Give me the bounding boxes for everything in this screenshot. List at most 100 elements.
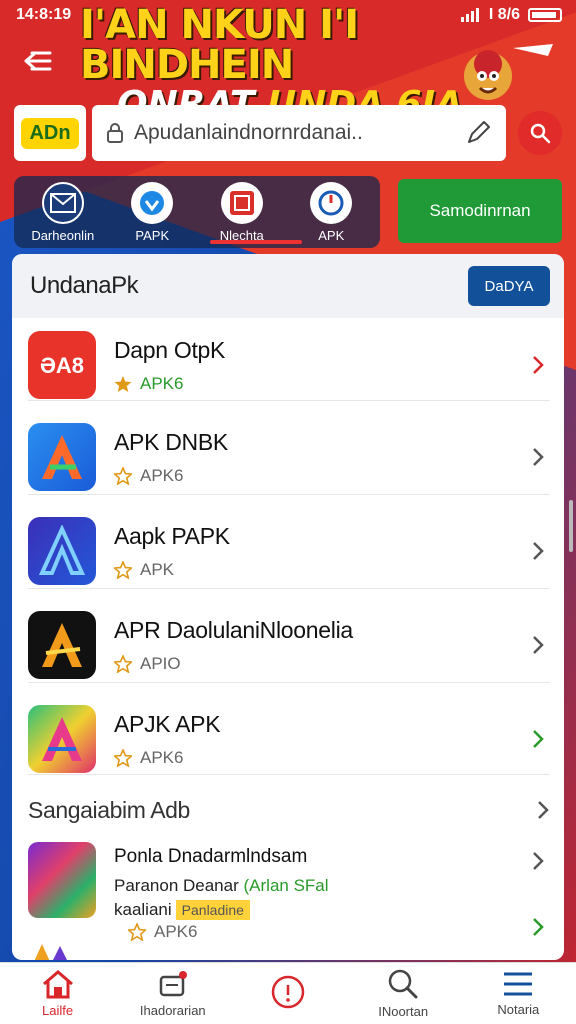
back-menu-button[interactable] [20, 46, 56, 76]
a-logo-icon [42, 435, 82, 479]
chevron-right-icon[interactable] [526, 634, 550, 656]
nav-search[interactable]: INoortan [348, 968, 458, 1019]
category-icon-2 [131, 181, 174, 224]
category-label-4: APK [318, 227, 345, 243]
divider [28, 774, 550, 775]
app-meta-text-3: APK [140, 559, 175, 579]
list-title: UndanaPk [30, 272, 139, 299]
category-active-indicator [210, 240, 302, 244]
app-row-4[interactable]: APR DaolulaniNloonelia APIO [28, 598, 550, 692]
scrollbar[interactable] [569, 500, 573, 552]
star-outline-icon [114, 654, 132, 673]
a-logo-icon [42, 717, 82, 761]
featured-app-name: Ponla Dnadarmlndsam [114, 846, 308, 867]
banner-line1: I'AN NKUN I'I BINDHEIN [80, 2, 359, 88]
nav-center[interactable] [233, 974, 343, 1014]
app-meta-3: APK [114, 560, 526, 580]
gift-bell-icon [159, 971, 187, 997]
app-name-1: Dapn OtpK [114, 336, 226, 363]
badge-icon [140, 190, 165, 215]
a-logo-icon [38, 525, 86, 575]
nav-label-menu: Notaria [497, 1002, 540, 1017]
list-header-button[interactable]: DaDYA [468, 266, 550, 306]
category-label-1: Darheonlin [31, 227, 95, 243]
nav-label-downloads: Ihadorarian [139, 1003, 206, 1018]
bottom-navigation: Lailfe Ihadorarian INoortan Notaria [0, 962, 576, 1024]
app-icon-2 [28, 423, 96, 491]
app-meta-2: APK6 [114, 466, 526, 486]
search-input[interactable]: Apudanlaindnornrdanai.. [92, 105, 506, 161]
chevron-right-icon[interactable] [526, 446, 550, 468]
chevron-right-icon[interactable] [536, 799, 550, 821]
featured-app-tagline: kaaliani Panladine [114, 900, 526, 920]
app-meta-1: APK6 [114, 374, 526, 394]
category-bar: Darheonlin PAPK Nlechta APK [14, 176, 380, 248]
app-meta-5: APK6 [114, 748, 526, 768]
edit-pen-icon[interactable] [464, 119, 492, 147]
category-icon-1 [41, 181, 84, 224]
featured-app-icon [28, 842, 96, 918]
divider [28, 494, 550, 495]
home-icon [42, 970, 73, 999]
section-header-2[interactable]: Sangaiabim Adb [28, 790, 550, 830]
battery-icon [528, 8, 562, 22]
chevron-right-icon[interactable] [526, 540, 550, 562]
search-button[interactable] [518, 111, 562, 155]
star-outline-icon [114, 560, 132, 579]
category-label-2: PAPK [135, 227, 170, 243]
chevron-right-icon[interactable] [531, 916, 545, 938]
featured-app[interactable]: Ponla Dnadarmlndsam Paranon Deanar (Arla… [28, 842, 550, 952]
app-icon-1: ƏA8 [28, 331, 96, 399]
nav-menu[interactable]: Notaria [463, 970, 573, 1017]
app-row-2[interactable]: APK DNBK APK6 [28, 410, 550, 504]
app-logo[interactable]: ADn [14, 105, 86, 161]
featured-tagline-text: kaaliani [114, 900, 172, 919]
star-outline-icon [114, 748, 132, 767]
app-row-5[interactable]: APJK APK APK6 [28, 692, 550, 786]
featured-badge: Panladine [175, 900, 250, 920]
green-action-button[interactable]: Samodinrnan [398, 179, 562, 243]
app-row-3[interactable]: Aapk PAPK APK [28, 504, 550, 598]
search-icon [530, 123, 551, 144]
category-icon-3 [220, 181, 263, 224]
category-item-2[interactable]: PAPK [109, 181, 195, 243]
category-item-3[interactable]: Nlechta [199, 181, 285, 243]
search-icon [388, 969, 418, 999]
chevron-right-icon[interactable] [531, 850, 545, 872]
app-row-1[interactable]: ƏA8 Dapn OtpK APK6 [28, 318, 550, 412]
app-name-2: APK DNBK [114, 428, 228, 455]
nav-home[interactable]: Lailfe [3, 969, 113, 1018]
svg-text:ƏA8: ƏA8 [40, 353, 84, 378]
nav-downloads[interactable]: Ihadorarian [118, 969, 228, 1018]
star-filled-icon [114, 375, 132, 392]
app-name-4: APR DaolulaniNloonelia [114, 616, 353, 643]
image-icon [229, 190, 254, 215]
mascot-icon [464, 40, 556, 100]
category-item-1[interactable]: Darheonlin [20, 181, 106, 243]
nav-label-search: INoortan [378, 1004, 429, 1019]
nav-label-home: Lailfe [42, 1003, 74, 1018]
back-arrow-icon [24, 51, 52, 71]
category-icon-4 [310, 181, 353, 224]
search-placeholder: Apudanlaindnornrdanai.. [134, 121, 363, 144]
featured-subtitle-b: (Arlan SFal [243, 876, 329, 895]
menu-icon [504, 972, 533, 996]
chevron-right-icon[interactable] [526, 728, 550, 750]
app-icon-5 [28, 705, 96, 773]
envelope-icon [49, 192, 76, 213]
app-icon-4 [28, 611, 96, 679]
chevron-right-icon[interactable] [526, 354, 550, 376]
star-outline-icon [114, 466, 132, 485]
featured-subtitle-a: Paranon Deanar [114, 876, 239, 895]
status-time: 14:8:19 [16, 6, 72, 23]
list-header: UndanaPk DaDYA [12, 254, 564, 318]
divider [28, 588, 550, 589]
category-item-4[interactable]: APK [288, 181, 374, 243]
divider [28, 400, 550, 401]
app-meta-4: APIO [114, 654, 526, 674]
featured-meta-text: APK6 [154, 922, 198, 941]
app-meta-text-4: APIO [140, 653, 181, 673]
app-meta-text-5: APK6 [140, 747, 184, 767]
app-meta-text-2: APK6 [140, 465, 184, 485]
divider [28, 682, 550, 683]
